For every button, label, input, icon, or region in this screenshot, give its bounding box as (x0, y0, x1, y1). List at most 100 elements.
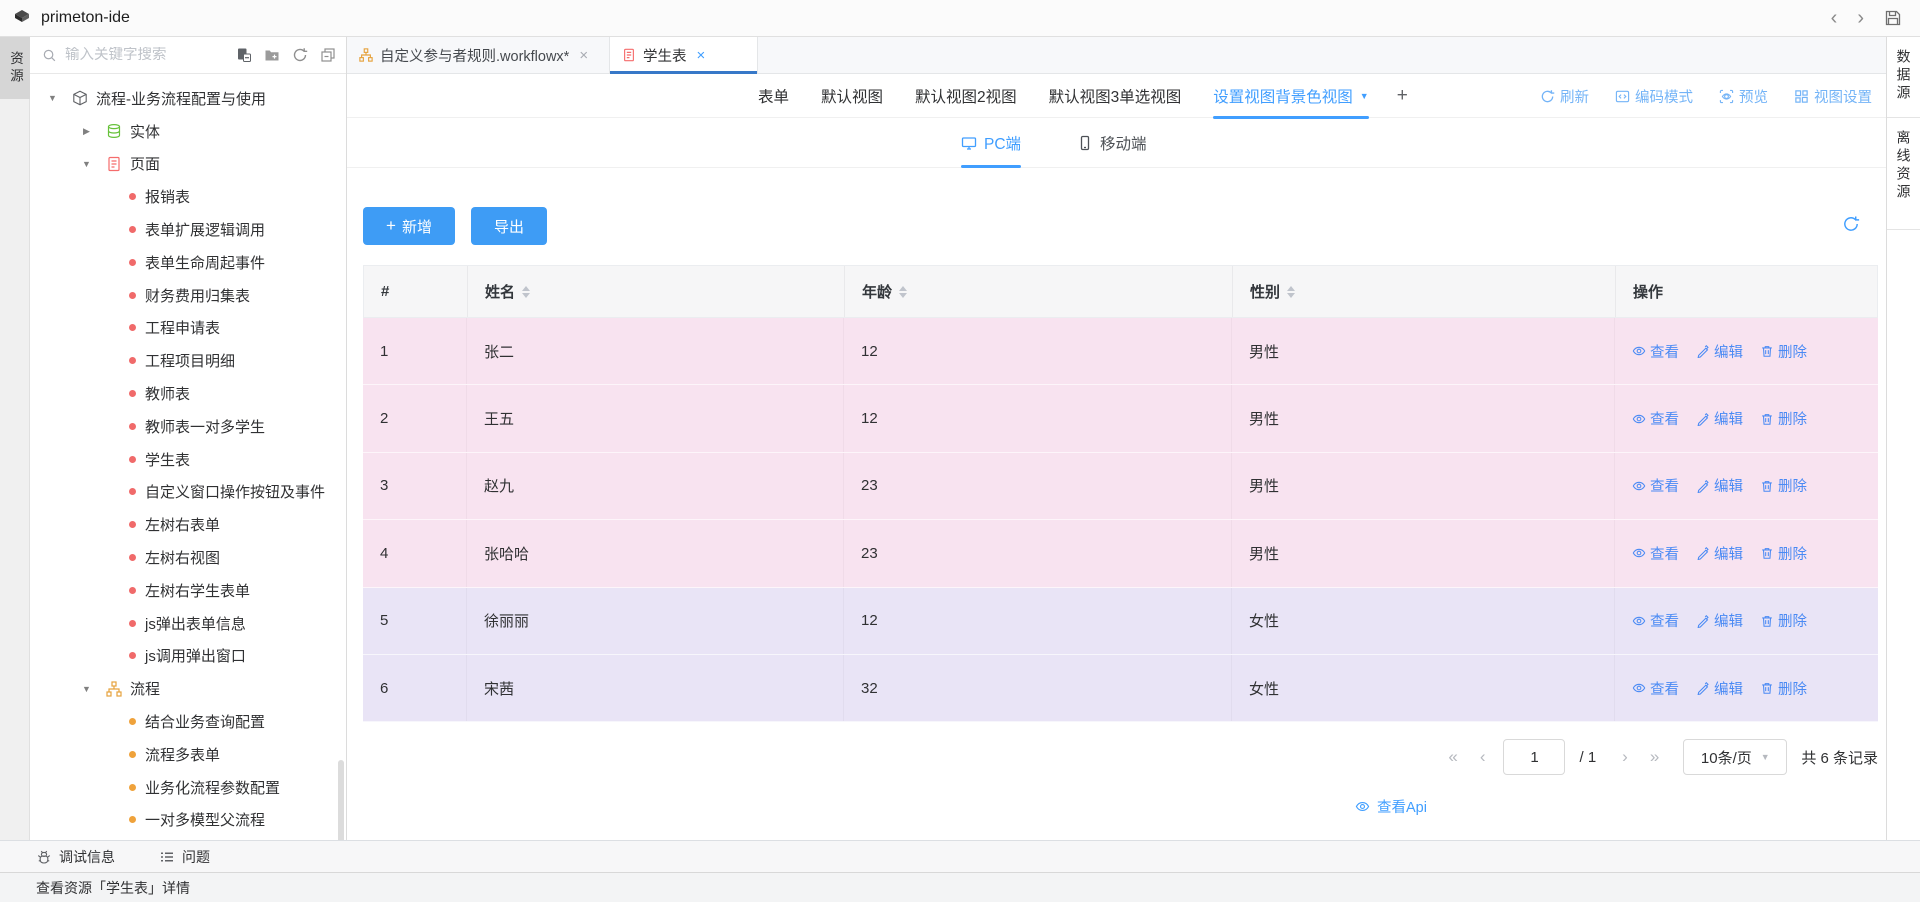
grid-refresh-icon[interactable] (1842, 215, 1860, 233)
tree-item[interactable]: 结合业务查询配置 (30, 705, 346, 738)
view-link[interactable]: 查看 (1632, 678, 1679, 699)
view-tab-default3[interactable]: 默认视图3单选视图 (1049, 74, 1182, 118)
search-input[interactable] (65, 47, 236, 63)
problems-button[interactable]: 问题 (159, 847, 210, 867)
cell-name: 张哈哈 (467, 520, 844, 586)
tree-item[interactable]: 教师表一对多学生 (30, 410, 346, 443)
tree-item[interactable]: 业务化流程参数配置 (30, 771, 346, 804)
save-icon[interactable] (1884, 9, 1902, 27)
chevron-down-icon[interactable]: ▼ (80, 684, 93, 694)
tree-item[interactable]: js调用弹出窗口 (30, 640, 346, 673)
tab-student-table[interactable]: 学生表 × (610, 37, 758, 73)
add-view-button[interactable]: + (1397, 85, 1408, 107)
refresh-label: 刷新 (1560, 86, 1589, 107)
chevron-down-icon[interactable]: ▼ (80, 159, 93, 169)
delete-link[interactable]: 删除 (1760, 543, 1807, 564)
preview-button[interactable]: 预览 (1719, 86, 1768, 107)
rail-tab-offline-resources[interactable]: 离线资源 (1887, 118, 1920, 230)
close-icon[interactable]: × (579, 48, 588, 63)
tree-item[interactable]: 财务费用归集表 (30, 279, 346, 312)
tab-workflow-rule[interactable]: 自定义参与者规则.workflowx* × (347, 37, 610, 73)
view-settings-button[interactable]: 视图设置 (1794, 86, 1872, 107)
edit-link[interactable]: 编辑 (1696, 341, 1743, 362)
page-number-input[interactable] (1503, 739, 1565, 775)
view-link[interactable]: 查看 (1632, 610, 1679, 631)
rail-tab-datasource[interactable]: 数据源 (1887, 37, 1920, 118)
export-button[interactable]: 导出 (471, 207, 547, 245)
tree-item[interactable]: js弹出表单信息 (30, 607, 346, 640)
prev-page-button[interactable]: ‹ (1480, 747, 1486, 767)
tree-item[interactable]: 教师表 (30, 377, 346, 410)
view-tab-form[interactable]: 表单 (758, 74, 789, 118)
debug-info-button[interactable]: 调试信息 (36, 847, 115, 867)
sort-icon[interactable] (899, 286, 907, 298)
debug-icon (36, 849, 52, 865)
tree-item-workflow[interactable]: ▼ 流程 (30, 672, 346, 705)
edit-link[interactable]: 编辑 (1696, 678, 1743, 699)
tree-item-entity[interactable]: ▶ 实体 (30, 115, 346, 148)
column-header-age[interactable]: 年龄 (845, 266, 1233, 317)
tree-item[interactable]: 工程申请表 (30, 312, 346, 345)
delete-link[interactable]: 删除 (1760, 475, 1807, 496)
delete-link[interactable]: 删除 (1760, 408, 1807, 429)
delete-link[interactable]: 删除 (1760, 341, 1807, 362)
view-link[interactable]: 查看 (1632, 408, 1679, 429)
tree-item[interactable]: 表单生命周起事件 (30, 246, 346, 279)
tree-item[interactable]: 报销表 (30, 180, 346, 213)
first-page-button[interactable]: « (1448, 747, 1457, 767)
bullet-icon (129, 456, 136, 463)
rail-tab-label: 离线资源 (1894, 130, 1914, 229)
refresh-button[interactable]: 刷新 (1540, 86, 1589, 107)
next-page-button[interactable]: › (1622, 747, 1628, 767)
edit-link[interactable]: 编辑 (1696, 408, 1743, 429)
nav-back-icon[interactable]: ‹ (1831, 8, 1838, 28)
add-button[interactable]: + 新增 (363, 207, 455, 245)
view-tab-default[interactable]: 默认视图 (821, 74, 883, 118)
view-api-link[interactable]: 查看Api (1355, 796, 1427, 817)
chevron-down-icon[interactable]: ▼ (1360, 91, 1369, 101)
edit-link[interactable]: 编辑 (1696, 475, 1743, 496)
tree-item[interactable]: 一对多模型父流程 (30, 804, 346, 837)
view-link[interactable]: 查看 (1632, 475, 1679, 496)
page-size-select[interactable]: 10条/页 ▼ (1683, 739, 1787, 775)
column-header-name[interactable]: 姓名 (468, 266, 845, 317)
last-page-button[interactable]: » (1650, 747, 1659, 767)
tree-item-label: 左树右学生表单 (145, 580, 250, 601)
table-header-row: # 姓名 年龄 性别 操作 (363, 265, 1878, 318)
view-link[interactable]: 查看 (1632, 543, 1679, 564)
tree-item[interactable]: 左树右表单 (30, 508, 346, 541)
tree-item-process-root[interactable]: ▼ 流程-业务流程配置与使用 (30, 82, 346, 115)
column-header-gender[interactable]: 性别 (1233, 266, 1616, 317)
view-tab-default2[interactable]: 默认视图2视图 (915, 74, 1017, 118)
tab-pc[interactable]: PC端 (961, 118, 1021, 168)
code-mode-button[interactable]: 编码模式 (1615, 86, 1693, 107)
tree-item-pages[interactable]: ▼ 页面 (30, 148, 346, 181)
tree-item[interactable]: 工程项目明细 (30, 344, 346, 377)
sort-icon[interactable] (522, 286, 530, 298)
nav-forward-icon[interactable]: › (1857, 8, 1864, 28)
tab-label: 学生表 (643, 45, 687, 66)
tree-item[interactable]: 左树右视图 (30, 541, 346, 574)
tab-mobile[interactable]: 移动端 (1077, 118, 1147, 168)
new-folder-icon[interactable] (264, 47, 280, 63)
edit-link[interactable]: 编辑 (1696, 543, 1743, 564)
collapse-panels-icon[interactable] (320, 47, 336, 63)
locate-file-icon[interactable] (236, 47, 252, 63)
view-link[interactable]: 查看 (1632, 341, 1679, 362)
view-tab-bgcolor[interactable]: 设置视图背景色视图 ▼ (1213, 74, 1368, 118)
tree-item[interactable]: 自定义窗口操作按钮及事件 (30, 476, 346, 509)
tree-item-label: 实体 (130, 121, 160, 142)
tree-item-student-table[interactable]: 学生表 (30, 443, 346, 476)
refresh-icon[interactable] (292, 47, 308, 63)
edit-link[interactable]: 编辑 (1696, 610, 1743, 631)
rail-tab-resources[interactable]: 资源 (0, 37, 30, 99)
delete-link[interactable]: 删除 (1760, 678, 1807, 699)
delete-link[interactable]: 删除 (1760, 610, 1807, 631)
chevron-down-icon[interactable]: ▼ (46, 93, 59, 103)
tree-item[interactable]: 表单扩展逻辑调用 (30, 213, 346, 246)
close-icon[interactable]: × (697, 48, 706, 63)
tree-item[interactable]: 左树右学生表单 (30, 574, 346, 607)
tree-item[interactable]: 流程多表单 (30, 738, 346, 771)
chevron-right-icon[interactable]: ▶ (80, 126, 93, 137)
sort-icon[interactable] (1287, 286, 1295, 298)
